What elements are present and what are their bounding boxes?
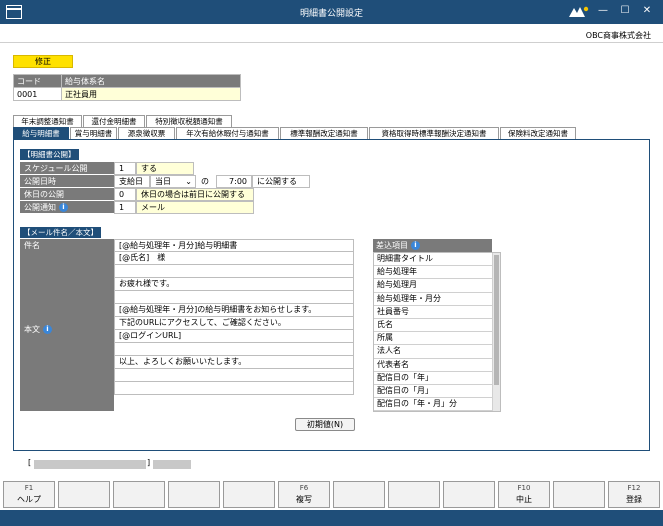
f7-button[interactable] xyxy=(333,481,385,508)
list-item[interactable]: 代表者名 xyxy=(374,359,493,372)
schedule-label: スケジュール公開 xyxy=(20,162,114,175)
body-line[interactable]: 以上、よろしくお願いいたします。 xyxy=(114,356,354,369)
schedule-value: する xyxy=(136,162,194,175)
f2-button[interactable] xyxy=(58,481,110,508)
holiday-value: 休日の場合は前日に公開する xyxy=(136,188,254,201)
body-line[interactable]: [@ログインURL] xyxy=(114,330,354,343)
window-title: 明細書公開設定 xyxy=(299,9,363,19)
f12-register-button[interactable]: F12 登録 xyxy=(608,481,660,508)
status-bracket-close: ] xyxy=(147,458,151,467)
f8-button[interactable] xyxy=(388,481,440,508)
status-field-secondary xyxy=(153,460,191,469)
bottom-status-bar xyxy=(0,510,663,526)
holiday-label: 休日の公開 xyxy=(20,188,114,201)
status-bracket-open: [ xyxy=(28,458,32,467)
list-item[interactable]: 配信日の「月」 xyxy=(374,385,493,399)
maximize-button[interactable]: ☐ xyxy=(618,4,632,18)
salary-system-table: コード 給与体系名 0001 正社員用 xyxy=(13,74,241,101)
insert-items-header-cell: 差込項目 i xyxy=(373,239,492,252)
system-name-header: 給与体系名 xyxy=(61,74,241,88)
info-icon[interactable]: i xyxy=(59,203,68,212)
f10-cancel-button[interactable]: F10 中止 xyxy=(498,481,550,508)
f6-copy-button[interactable]: F6 複写 xyxy=(278,481,330,508)
code-header: コード xyxy=(13,74,62,88)
f4-button[interactable] xyxy=(168,481,220,508)
insert-items-header: 差込項目 xyxy=(376,241,408,250)
tab-special-collection[interactable]: 特別徴収税額通知書 xyxy=(146,115,232,127)
title-bar: 明細書公開設定 — ☐ ✕ xyxy=(0,0,663,24)
info-icon[interactable]: i xyxy=(411,241,420,250)
publish-date-separator: の xyxy=(201,177,209,186)
subject-label: 件名 xyxy=(20,239,114,252)
company-name: OBC商事株式会社 xyxy=(585,31,651,40)
f1-help-button[interactable]: F1 ヘルプ xyxy=(3,481,55,508)
code-value: 0001 xyxy=(13,87,62,101)
publish-time-suffix: に公開する xyxy=(252,175,310,188)
body-label-cell: 本文 i xyxy=(20,252,114,411)
schedule-code-input[interactable]: 1 xyxy=(114,162,136,175)
tab-withholding-slip[interactable]: 源泉徴収票 xyxy=(118,127,175,139)
body-line[interactable]: 下記のURLにアクセスして、ご確認ください。 xyxy=(114,317,354,330)
publish-day-select[interactable]: 当日 ⌄ xyxy=(150,175,196,188)
f11-button[interactable] xyxy=(553,481,605,508)
notify-label-cell: 公開通知 i xyxy=(20,201,114,214)
list-item[interactable]: 給与処理年 xyxy=(374,266,493,280)
list-item[interactable]: 氏名 xyxy=(374,319,493,333)
list-item[interactable]: 明細書タイトル xyxy=(374,253,493,267)
mail-section-title: 【メール件名／本文】 xyxy=(20,227,101,238)
tab-year-end-adjustment[interactable]: 年末調整通知書 xyxy=(13,115,82,127)
header-divider xyxy=(0,42,663,43)
notify-code-input[interactable]: 1 xyxy=(114,201,136,214)
subject-input[interactable]: [@給与処理年・月分]給与明細書 xyxy=(114,239,354,252)
insert-items-list[interactable]: 明細書タイトル 給与処理年 給与処理月 給与処理年・月分 社員番号 氏名 所属 … xyxy=(373,252,501,412)
body-line[interactable] xyxy=(114,265,354,278)
chevron-down-icon: ⌄ xyxy=(185,177,192,186)
publish-datetime-label: 公開日時 xyxy=(20,175,114,188)
list-item[interactable]: 所属 xyxy=(374,332,493,346)
list-item[interactable]: 法人名 xyxy=(374,345,493,359)
f3-button[interactable] xyxy=(113,481,165,508)
info-icon[interactable]: i xyxy=(43,325,52,334)
tab-paid-leave-notice[interactable]: 年次有給休暇付与通知書 xyxy=(176,127,279,139)
body-line[interactable] xyxy=(114,343,354,356)
list-item[interactable]: 社員番号 xyxy=(374,306,493,319)
mail-editor[interactable]: [@給与処理年・月分]給与明細書 [@氏名] 様 お疲れ様です。 [@給与処理年… xyxy=(114,239,354,395)
publish-day-value: 当日 xyxy=(155,177,171,186)
list-item[interactable]: 給与処理年・月分 xyxy=(374,293,493,306)
mode-badge: 修正 xyxy=(13,55,73,68)
status-field xyxy=(34,460,146,469)
body-line[interactable] xyxy=(114,369,354,382)
reset-defaults-button[interactable]: 初期値(N) xyxy=(295,418,355,431)
notify-label: 公開通知 xyxy=(24,203,56,212)
body-label: 本文 xyxy=(24,325,40,334)
publish-section-title: 【明細書公開】 xyxy=(20,149,79,160)
list-item[interactable]: 配信日の「年」 xyxy=(374,372,493,385)
body-line[interactable]: [@給与処理年・月分]の給与明細書をお知らせします。 xyxy=(114,304,354,317)
body-line[interactable] xyxy=(114,382,354,395)
obc-logo-icon xyxy=(569,6,589,17)
close-button[interactable]: ✕ xyxy=(640,4,654,18)
body-line[interactable] xyxy=(114,291,354,304)
tab-standard-pay-revision[interactable]: 標準報酬改定通知書 xyxy=(280,127,368,139)
tab-bonus-statement[interactable]: 賞与明細書 xyxy=(70,127,117,139)
function-key-bar: F1 ヘルプ F6 複写 F10 中止 F12 登録 xyxy=(0,478,663,509)
minimize-button[interactable]: — xyxy=(596,4,610,18)
body-line[interactable]: お疲れ様です。 xyxy=(114,278,354,291)
tab-premium-revision[interactable]: 保険料改定通知書 xyxy=(500,127,576,139)
tab-salary-statement[interactable]: 給与明細書 xyxy=(13,127,69,139)
holiday-code-input[interactable]: 0 xyxy=(114,188,136,201)
notify-value: メール xyxy=(136,201,254,214)
publish-base-field[interactable]: 支給日 xyxy=(114,175,150,188)
body-line[interactable]: [@氏名] 様 xyxy=(114,252,354,265)
scrollbar-thumb[interactable] xyxy=(494,255,499,385)
f9-button[interactable] xyxy=(443,481,495,508)
tab-refund-statement[interactable]: 還付金明細書 xyxy=(83,115,145,127)
insert-items-scrollbar[interactable] xyxy=(492,253,500,411)
tab-qualification-standard-pay[interactable]: 資格取得時標準報酬決定通知書 xyxy=(369,127,499,139)
publish-time-input[interactable]: 7:00 xyxy=(216,175,252,188)
system-name-value: 正社員用 xyxy=(61,87,241,101)
f5-button[interactable] xyxy=(223,481,275,508)
list-item[interactable]: 配信日の「年・月」分 xyxy=(374,398,493,412)
list-item[interactable]: 給与処理月 xyxy=(374,279,493,293)
